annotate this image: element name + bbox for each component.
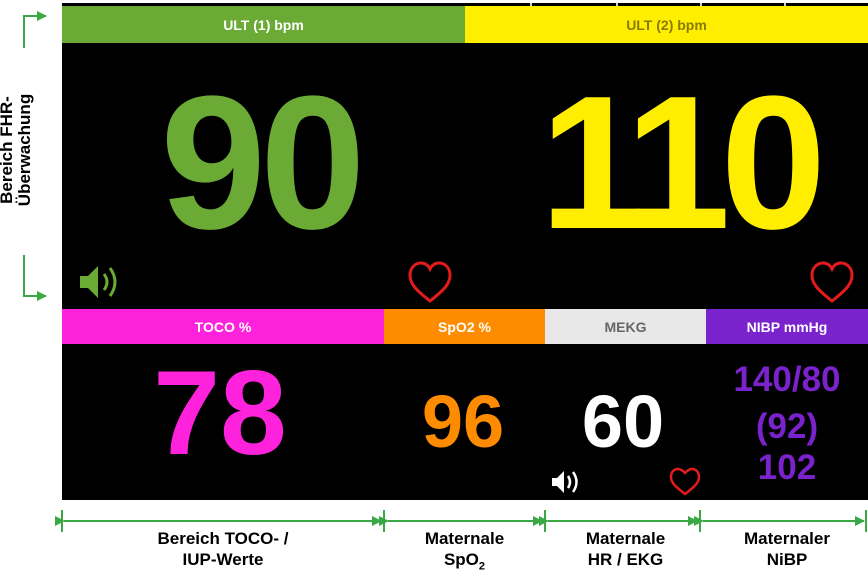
- hr-area-label: Maternale HR / EKG: [545, 528, 706, 570]
- spo2-area-label: Maternale SpO2: [384, 528, 545, 577]
- heart-icon: [408, 261, 452, 303]
- spo2-area-label-line1: Maternale: [424, 529, 505, 548]
- annotation-overlay: [23, 11, 867, 532]
- fhr-area-label: Bereich FHR- Überwachung: [0, 0, 34, 300]
- toco-area-label: Bereich TOCO- / IUP-Werte: [62, 528, 384, 570]
- heart-icon: [669, 467, 701, 496]
- spo2-subscript: 2: [478, 560, 486, 573]
- spo2-area-label-line2: SpO: [443, 550, 479, 569]
- heart-icon: [810, 261, 854, 303]
- fhr-area-label-line1: Bereich FHR-: [0, 96, 16, 204]
- nibp-area-label-line2: NiBP: [766, 550, 808, 569]
- speaker-icon: [80, 266, 117, 298]
- toco-area-label-line2: IUP-Werte: [182, 550, 264, 569]
- toco-area-label-line1: Bereich TOCO- /: [157, 529, 289, 548]
- nibp-area-label: Maternaler NiBP: [706, 528, 868, 570]
- nibp-area-label-line1: Maternaler: [744, 529, 830, 548]
- hr-area-label-line2: HR / EKG: [587, 550, 664, 569]
- fhr-area-label-line2: Überwachung: [15, 93, 34, 207]
- hr-area-label-line1: Maternale: [585, 529, 666, 548]
- speaker-icon: [552, 471, 578, 493]
